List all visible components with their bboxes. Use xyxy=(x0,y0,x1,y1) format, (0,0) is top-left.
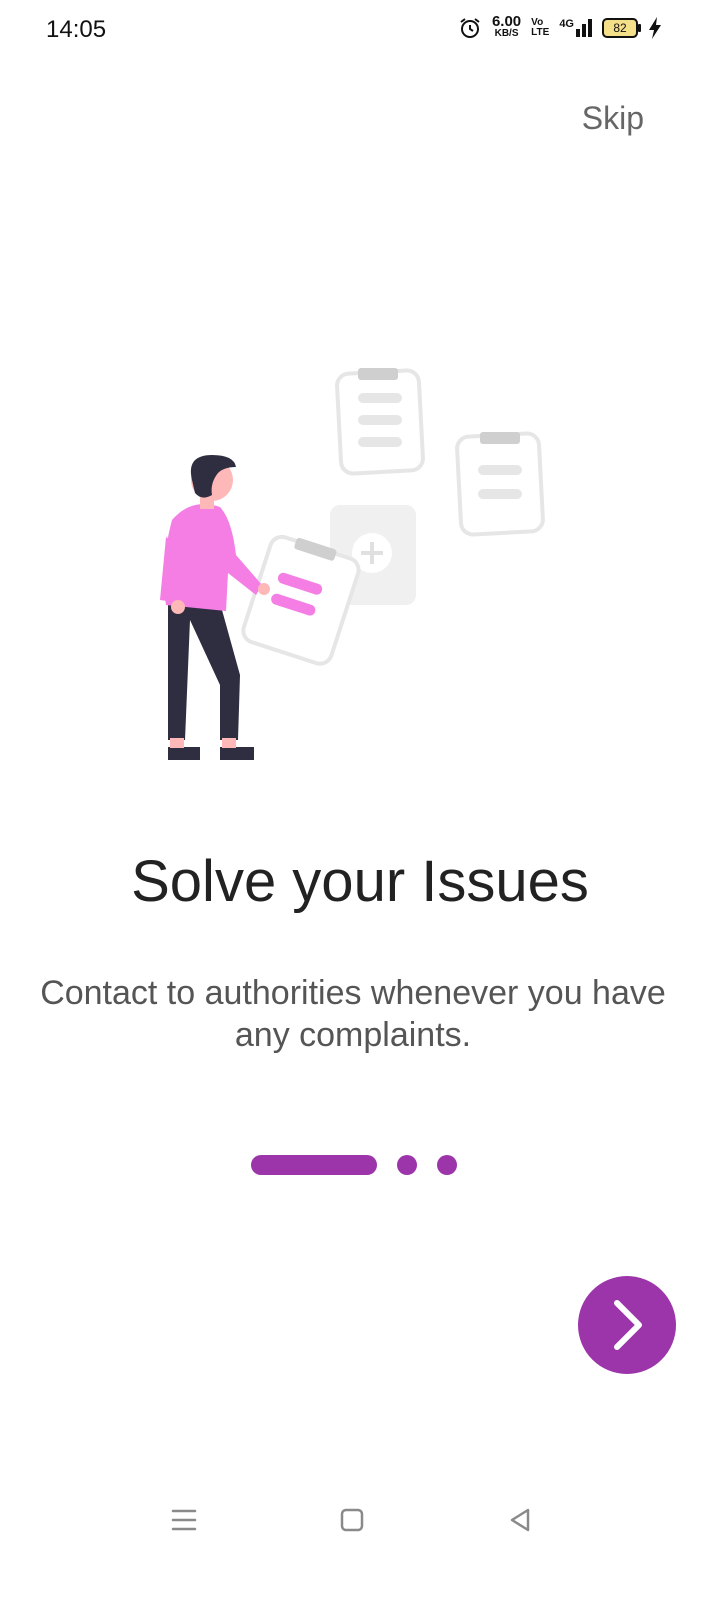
clipboard-top-icon xyxy=(335,368,425,476)
page-indicator-active xyxy=(251,1155,377,1175)
page-indicator xyxy=(251,1155,457,1175)
status-icons: 6.00 KB/S Vo LTE 4G 82 xyxy=(458,13,662,40)
status-bar: 14:05 6.00 KB/S Vo LTE 4G 82 xyxy=(0,0,720,64)
page-indicator-dot[interactable] xyxy=(437,1155,457,1175)
next-button[interactable] xyxy=(578,1276,676,1374)
volte-indicator: Vo LTE xyxy=(531,18,549,38)
battery-level: 82 xyxy=(613,21,627,35)
back-icon xyxy=(510,1508,530,1532)
speed-unit: KB/S xyxy=(494,28,519,39)
skip-button[interactable]: Skip xyxy=(582,100,644,137)
speed-value: 6.00 xyxy=(491,13,522,30)
menu-button[interactable] xyxy=(164,1500,204,1540)
back-button[interactable] xyxy=(500,1500,540,1540)
menu-icon xyxy=(171,1509,197,1531)
home-icon xyxy=(340,1508,364,1532)
volte-bottom: LTE xyxy=(531,27,550,38)
onboarding-description: Contact to authorities whenever you have… xyxy=(40,974,666,1054)
charging-icon xyxy=(649,17,661,39)
alarm-icon xyxy=(460,18,480,38)
home-button[interactable] xyxy=(332,1500,372,1540)
chevron-right-icon xyxy=(614,1300,642,1350)
system-nav-bar xyxy=(0,1490,720,1560)
onboarding-title: Solve your Issues xyxy=(131,849,589,914)
network-speed: 6.00 KB/S xyxy=(491,13,522,40)
status-time: 14:05 xyxy=(46,16,107,43)
signal-icon: 4G xyxy=(559,19,592,37)
clipboard-right-icon xyxy=(455,431,545,537)
page-indicator-dot[interactable] xyxy=(397,1155,417,1175)
battery-icon: 82 xyxy=(602,18,641,38)
network-type: 4G xyxy=(559,18,574,30)
onboarding-illustration xyxy=(160,368,545,760)
